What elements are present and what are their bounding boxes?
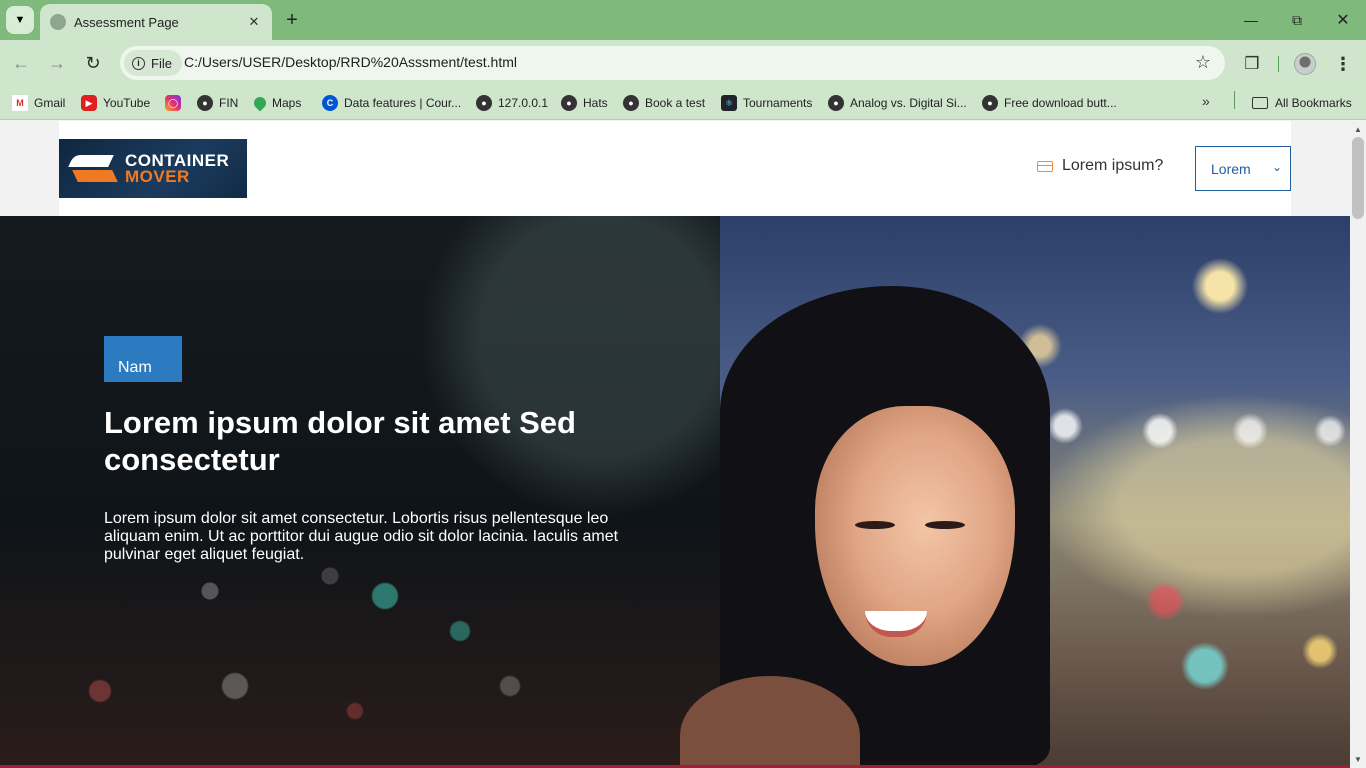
restore-button[interactable]: ⧉ [1282,8,1312,32]
page-viewport: CONTAINER MOVER Lorem ipsum? Lorem ⌄ Nam… [0,121,1350,768]
card-icon [1037,160,1053,172]
language-select[interactable]: Lorem ⌄ [1195,146,1291,191]
youtube-icon: ▶ [81,95,97,111]
extensions-puzzle-icon[interactable]: ❒ [1238,50,1266,78]
chevron-down-icon: ▼ [14,14,26,26]
tab-search-button[interactable]: ▼ [6,6,34,34]
bookmark-instagram[interactable]: ◯ [165,93,187,113]
hero-content: Nam Lorem ipsum dolor sit amet Sed conse… [104,336,664,564]
bookmark-fin[interactable]: ● FIN [197,93,238,113]
chevron-down-icon: ⌄ [1271,160,1282,174]
globe-icon: ● [623,95,639,111]
globe-icon: ● [561,95,577,111]
globe-icon: ● [828,95,844,111]
site-chip-label: File [151,55,172,71]
bookmarks-overflow-icon[interactable]: » [1202,93,1210,109]
tab-strip: ▼ Assessment Page ✕ + — ⧉ ✕ [0,0,1366,40]
back-button[interactable]: ← [6,48,36,78]
header-cta-link[interactable]: Lorem ipsum? [1037,157,1163,175]
bookmark-free-download[interactable]: ● Free download butt... [982,93,1117,113]
hero-description: Lorem ipsum dolor sit amet consectetur. … [104,510,619,563]
maps-icon [251,94,269,112]
site-header: CONTAINER MOVER Lorem ipsum? Lorem ⌄ [59,121,1291,216]
page-favicon-icon [50,14,66,30]
hero-photo-woman [680,216,1350,768]
logo-text: CONTAINER MOVER [125,150,230,186]
gmail-icon: M [12,95,28,111]
bookmark-hats[interactable]: ● Hats [561,93,608,113]
profile-avatar[interactable] [1294,53,1316,75]
bookmark-localhost[interactable]: ● 127.0.0.1 [476,93,548,113]
forward-button[interactable]: → [42,48,72,78]
folder-icon [1252,97,1268,109]
hero-title: Lorem ipsum dolor sit amet Sed consectet… [104,405,576,477]
url-text[interactable]: C:/Users/USER/Desktop/RRD%20Asssment/tes… [184,54,517,70]
more-menu-icon[interactable]: ⋮ [1332,51,1354,77]
browser-toolbar: ← → ↻ i File C:/Users/USER/Desktop/RRD%2… [0,40,1366,86]
scroll-up-arrow-icon[interactable]: ▲ [1354,125,1362,134]
info-icon: i [132,56,145,70]
tab-title: Assessment Page [74,14,179,30]
tab-assessment-page[interactable]: Assessment Page ✕ [40,4,272,40]
bookmark-star-icon[interactable]: ☆ [1195,52,1211,73]
react-icon: ⚛ [721,95,737,111]
all-bookmarks-button[interactable]: All Bookmarks [1252,93,1352,113]
bookmarks-divider [1234,91,1235,109]
bookmark-data-features[interactable]: C Data features | Cour... [322,93,461,113]
hero-badge[interactable]: Nam [104,336,182,382]
bookmark-analog-vs-digital[interactable]: ● Analog vs. Digital Si... [828,93,967,113]
site-info-chip[interactable]: i File [124,50,182,76]
bookmark-tournaments[interactable]: ⚛ Tournaments [721,93,812,113]
bookmark-youtube[interactable]: ▶ YouTube [81,93,150,113]
page-scrollbar[interactable]: ▲ ▼ [1350,121,1366,768]
header-cta-label: Lorem ipsum? [1062,157,1164,174]
close-window-button[interactable]: ✕ [1328,8,1358,32]
address-bar[interactable]: i File C:/Users/USER/Desktop/RRD%20Asssm… [120,46,1225,80]
reload-button[interactable]: ↻ [78,48,108,78]
close-icon[interactable]: ✕ [242,10,266,34]
bookmark-maps[interactable]: Maps [251,93,301,113]
scroll-down-arrow-icon[interactable]: ▼ [1354,755,1362,764]
scrollbar-thumb[interactable] [1352,137,1364,219]
new-tab-button[interactable]: + [280,8,304,32]
coursera-icon: C [322,95,338,111]
language-select-value: Lorem [1211,160,1251,177]
bookmark-gmail[interactable]: M Gmail [12,93,65,113]
instagram-icon: ◯ [165,95,181,111]
container-mover-logo[interactable]: CONTAINER MOVER [59,139,247,198]
hero-section: Nam Lorem ipsum dolor sit amet Sed conse… [0,216,1350,768]
globe-icon: ● [982,95,998,111]
logo-mark-icon [68,153,118,185]
globe-icon: ● [197,95,213,111]
toolbar-divider [1278,56,1279,72]
bookmark-book-a-test[interactable]: ● Book a test [623,93,705,113]
minimize-button[interactable]: — [1236,8,1266,32]
globe-icon: ● [476,95,492,111]
bookmarks-bar: M Gmail ▶ YouTube ◯ ● FIN Maps C Data fe… [0,86,1366,120]
